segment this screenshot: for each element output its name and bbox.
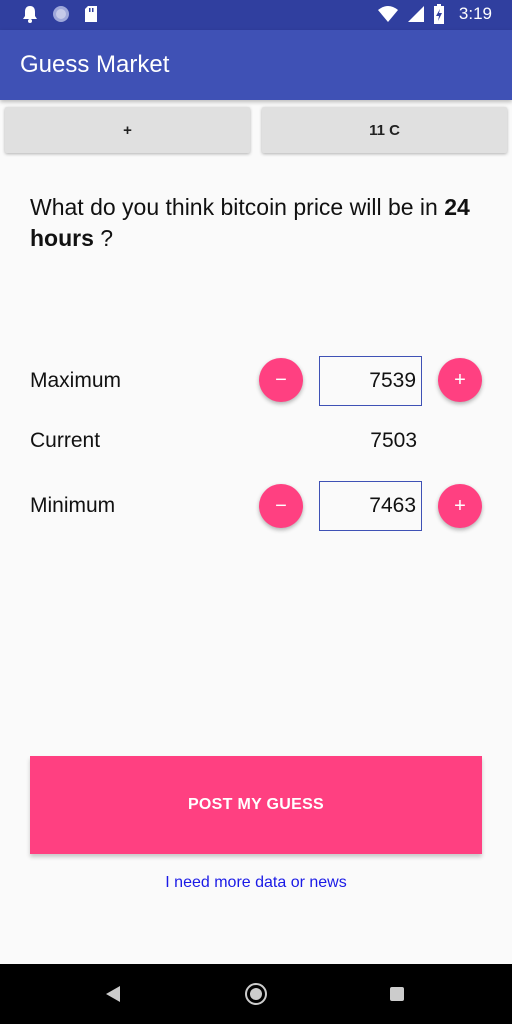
circle-icon [53, 6, 69, 22]
minimum-input[interactable]: 7463 [319, 481, 422, 531]
signal-icon [407, 6, 424, 22]
minimum-decrease-button[interactable]: − [259, 484, 303, 528]
recents-icon[interactable] [390, 987, 404, 1001]
bell-icon [23, 6, 37, 23]
wifi-icon [377, 6, 398, 22]
post-guess-button[interactable]: POST MY GUESS [30, 756, 482, 854]
question-suffix: ? [93, 225, 114, 251]
navigation-bar [0, 964, 512, 1024]
maximum-increase-button[interactable]: + [438, 358, 482, 402]
minimum-increase-button[interactable]: + [438, 484, 482, 528]
home-icon[interactable] [245, 983, 267, 1005]
more-data-link[interactable]: I need more data or news [0, 874, 512, 892]
coins-button[interactable]: 11 C [262, 107, 507, 153]
current-value: 7503 [370, 429, 417, 452]
current-label: Current [30, 429, 101, 452]
maximum-label: Maximum [30, 369, 122, 392]
sd-card-icon [85, 6, 97, 22]
status-bar: 3:19 [0, 0, 512, 30]
add-button[interactable]: + [5, 107, 250, 153]
status-time: 3:19 [458, 4, 492, 23]
maximum-decrease-button[interactable]: − [259, 358, 303, 402]
back-icon[interactable] [106, 986, 120, 1002]
question-text: What do you think bitcoin price will be … [30, 192, 490, 254]
minimum-label: Minimum [30, 494, 116, 517]
question-prefix: What do you think bitcoin price will be … [30, 194, 445, 220]
app-title: Guess Market [20, 51, 170, 78]
maximum-input[interactable]: 7539 [319, 356, 422, 406]
app-bar: Guess Market [0, 30, 512, 100]
battery-charging-icon [433, 4, 444, 24]
